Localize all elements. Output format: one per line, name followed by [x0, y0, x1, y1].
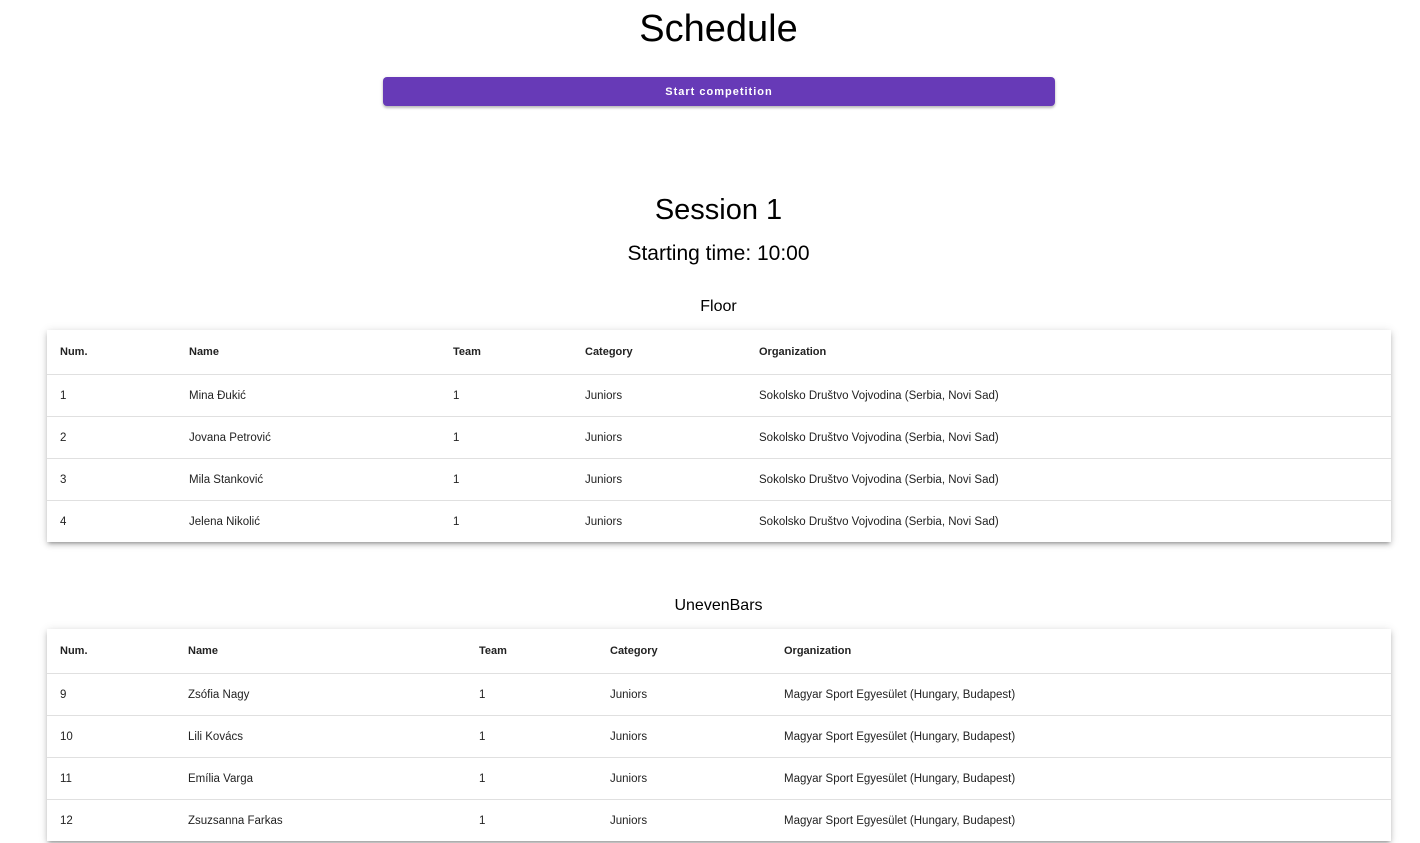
table-row: 3 Mila Stanković 1 Juniors Sokolsko Druš… — [47, 458, 1391, 501]
cell-team: 1 — [466, 673, 597, 716]
cell-category: Juniors — [572, 374, 746, 417]
start-competition-button[interactable]: Start competition — [383, 77, 1055, 106]
table-row: 9 Zsófia Nagy 1 Juniors Magyar Sport Egy… — [47, 673, 1391, 716]
cell-name: Mina Đukić — [176, 374, 440, 417]
unevenbars-table-card: Num. Name Team Category Organization 9 Z… — [47, 629, 1391, 841]
table-row: 10 Lili Kovács 1 Juniors Magyar Sport Eg… — [47, 715, 1391, 758]
column-header-name: Name — [175, 629, 466, 674]
cell-organization: Sokolsko Društvo Vojvodina (Serbia, Novi… — [746, 416, 1391, 459]
cell-num: 3 — [47, 458, 176, 501]
cell-category: Juniors — [610, 814, 648, 827]
cell-num: 10 — [47, 715, 175, 758]
cell-team: 1 — [440, 374, 572, 417]
column-header-category: Category — [572, 330, 746, 375]
page-title: Schedule — [639, 8, 798, 50]
column-header-team: Team — [466, 629, 597, 674]
cell-category: Juniors — [597, 715, 771, 758]
column-header-organization: Organization — [771, 629, 1391, 674]
cell-organization: Sokolsko Društvo Vojvodina (Serbia, Novi… — [759, 515, 999, 528]
cell-team: 1 — [453, 515, 460, 528]
session-title: Session 1 — [654, 194, 783, 226]
apparatus-title-unevenbars: UnevenBars — [674, 597, 763, 614]
cell-name: Jelena Nikolić — [189, 515, 260, 528]
cell-organization: Magyar Sport Egyesület (Hungary, Budapes… — [771, 673, 1391, 716]
cell-name: Zsuzsanna Farkas — [188, 814, 283, 827]
cell-num: 1 — [47, 374, 176, 417]
cell-num: 2 — [47, 416, 176, 459]
column-header-num: Num. — [47, 629, 175, 674]
column-header-team: Team — [440, 330, 572, 375]
cell-team: 1 — [466, 757, 597, 800]
cell-category: Juniors — [597, 757, 771, 800]
cell-num: 9 — [47, 673, 175, 716]
cell-organization: Sokolsko Društvo Vojvodina (Serbia, Novi… — [746, 458, 1391, 501]
cell-team: 1 — [479, 814, 486, 827]
schedule-page: Schedule Start competition Session 1 Sta… — [0, 0, 1420, 843]
floor-table-card: Num. Name Team Category Organization 1 M… — [47, 330, 1391, 542]
column-header-name: Name — [176, 330, 440, 375]
cell-num: 4 — [60, 515, 67, 528]
cell-name: Jovana Petrović — [176, 416, 440, 459]
cell-num: 12 — [60, 814, 73, 827]
cell-category: Juniors — [597, 673, 771, 716]
floor-table: Num. Name Team Category Organization 1 M… — [47, 330, 1391, 542]
cell-organization: Magyar Sport Egyesület (Hungary, Budapes… — [784, 814, 1016, 827]
apparatus-title-floor: Floor — [700, 298, 737, 315]
column-header-organization: Organization — [746, 330, 1391, 375]
cell-team: 1 — [440, 458, 572, 501]
cell-category: Juniors — [572, 458, 746, 501]
session-starting-time: Starting time: 10:00 — [627, 242, 810, 265]
cell-team: 1 — [466, 715, 597, 758]
table-header-row: Num. Name Team Category Organization — [47, 330, 1391, 375]
cell-name: Zsófia Nagy — [175, 673, 466, 716]
cell-name: Lili Kovács — [175, 715, 466, 758]
table-header-row: Num. Name Team Category Organization — [47, 629, 1391, 674]
cell-name: Mila Stanković — [176, 458, 440, 501]
cell-team: 1 — [440, 416, 572, 459]
table-row: 4 Jelena Nikolić 1 Juniors Sokolsko Druš… — [47, 501, 1391, 543]
unevenbars-table: Num. Name Team Category Organization 9 Z… — [47, 629, 1391, 841]
cell-category: Juniors — [585, 515, 623, 528]
cell-name: Emília Varga — [175, 757, 466, 800]
column-header-num: Num. — [47, 330, 176, 375]
cell-organization: Magyar Sport Egyesület (Hungary, Budapes… — [771, 757, 1391, 800]
table-row: 1 Mina Đukić 1 Juniors Sokolsko Društvo … — [47, 374, 1391, 417]
column-header-category: Category — [597, 629, 771, 674]
cell-num: 11 — [47, 757, 175, 800]
table-row: 11 Emília Varga 1 Juniors Magyar Sport E… — [47, 757, 1391, 800]
cell-category: Juniors — [572, 416, 746, 459]
table-row: 2 Jovana Petrović 1 Juniors Sokolsko Dru… — [47, 416, 1391, 459]
cell-organization: Magyar Sport Egyesület (Hungary, Budapes… — [771, 715, 1391, 758]
cell-organization: Sokolsko Društvo Vojvodina (Serbia, Novi… — [746, 374, 1391, 417]
table-row: 12 Zsuzsanna Farkas 1 Juniors Magyar Spo… — [47, 800, 1391, 842]
